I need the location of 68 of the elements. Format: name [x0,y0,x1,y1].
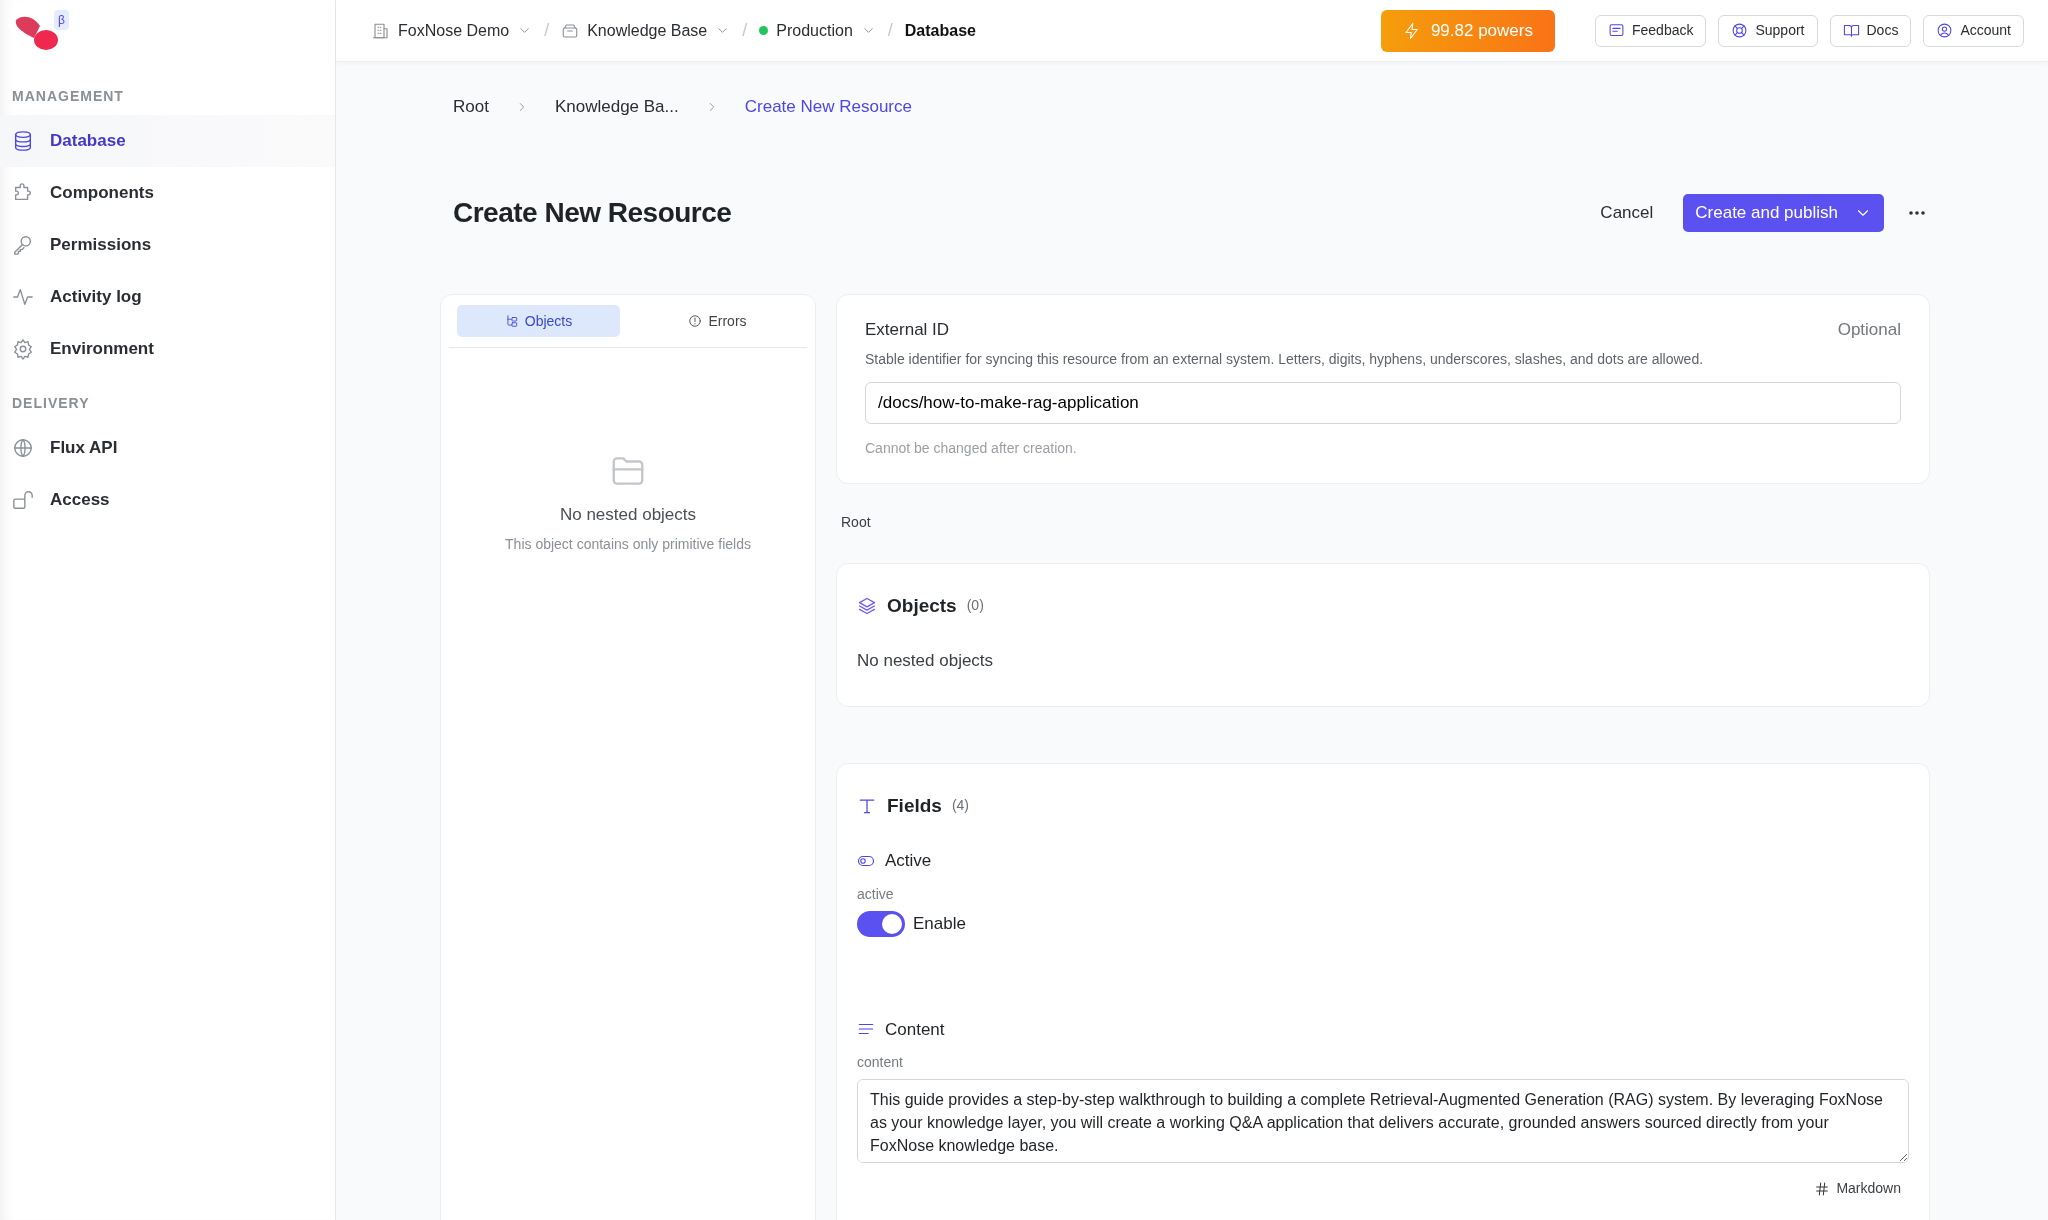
text-area[interactable]: This guide provides a step-by-step walkthrough to building a complete Retrieval-Augmented Generation (RAG) system. By leveraging FoxNose as your knowledge layer, you will create a working Q&A application that delivers accurate, grounded answers sourced directly from your FoxNose knowledge base. [857,1079,1909,1163]
header-button[interactable]: Docs [1829,14,1912,47]
sidebar-item[interactable]: Activity log [0,271,335,323]
path-label: Root [840,512,872,532]
separator-slash: / [887,19,893,42]
toggle-switch[interactable] [857,910,905,937]
header-button[interactable]: Support [1718,14,1818,47]
context-switcher[interactable]: Production [759,18,876,43]
count-label: (0) [966,596,984,616]
beta-badge: β [54,10,69,30]
format-label: Markdown [1836,1179,1901,1198]
hash-icon [1814,1180,1831,1197]
section-heading: MANAGEMENT [11,87,125,106]
message-icon [1607,22,1625,39]
panel-tab[interactable]: Objects [457,305,620,337]
field-key: content [857,1052,1909,1073]
layers-icon [857,595,877,616]
separator-slash: / [544,19,550,42]
sidebar-item[interactable]: Database [0,115,335,167]
sidebar-item[interactable]: Flux API [0,422,335,474]
box-icon [561,21,580,40]
header-button[interactable]: Account [1923,14,2024,47]
context-switcher[interactable]: Knowledge Base [561,18,731,43]
alert-icon [688,314,703,328]
lightning-icon [1402,21,1421,40]
pulse-icon [12,286,34,308]
globe-icon [12,437,34,459]
cancel-button[interactable]: Cancel [1594,199,1660,227]
user-icon [1936,22,1954,39]
count-label: (4) [951,796,970,816]
breadcrumb-link[interactable]: Knowledge Ba... [554,94,679,120]
section-title: Objects [887,593,957,618]
context-switcher[interactable]: FoxNose Demo [372,18,533,43]
sidebar-item[interactable]: Environment [0,323,335,375]
more-icon[interactable] [1908,210,1926,216]
lifebuoy-icon [1731,22,1749,39]
field-label: External ID [865,319,950,341]
section-title: Fields [887,793,942,818]
empty-title: No nested objects [559,504,697,526]
field-hint: Cannot be changed after creation. [865,438,1078,458]
breadcrumb-link[interactable]: Create New Resource [744,94,912,120]
toggle-label: Enable [913,912,966,935]
sidebar-item[interactable]: Access [0,474,335,526]
sidebar-item[interactable]: Permissions [0,219,335,271]
input-field[interactable]: /docs/how-to-make-rag-application [865,381,1901,424]
panel-tab[interactable]: Errors [636,305,799,337]
breadcrumb-link[interactable]: Root [453,94,489,120]
field-key: active [857,883,1909,905]
key-icon [12,234,34,256]
field-description: Stable identifier for syncing this resource from an external system. Letters, digits, hyphens, underscores, slashes, and dots are allowed. [865,349,1705,369]
building-icon [372,21,390,40]
sidebar-item[interactable]: Components [0,167,335,219]
hierarchy-icon [504,314,519,328]
header-button[interactable]: Feedback [1594,14,1707,47]
field-label: Active [885,850,932,872]
publish-button[interactable]: Create and publish [1683,194,1884,232]
unlocked-lock-icon [12,489,34,511]
field-label: Content [885,1018,945,1041]
separator-slash: / [742,19,748,42]
settings-icon [12,338,34,360]
database-icon [12,130,34,152]
optional-label: Optional [1837,319,1901,341]
book-icon [1842,22,1860,39]
page-name: Database [904,20,976,41]
empty-text: No nested objects [857,650,995,672]
empty-text: This object contains only primitive fields [505,534,751,554]
page-title: Create New Resource [453,196,732,230]
section-heading: DELIVERY [11,394,91,413]
